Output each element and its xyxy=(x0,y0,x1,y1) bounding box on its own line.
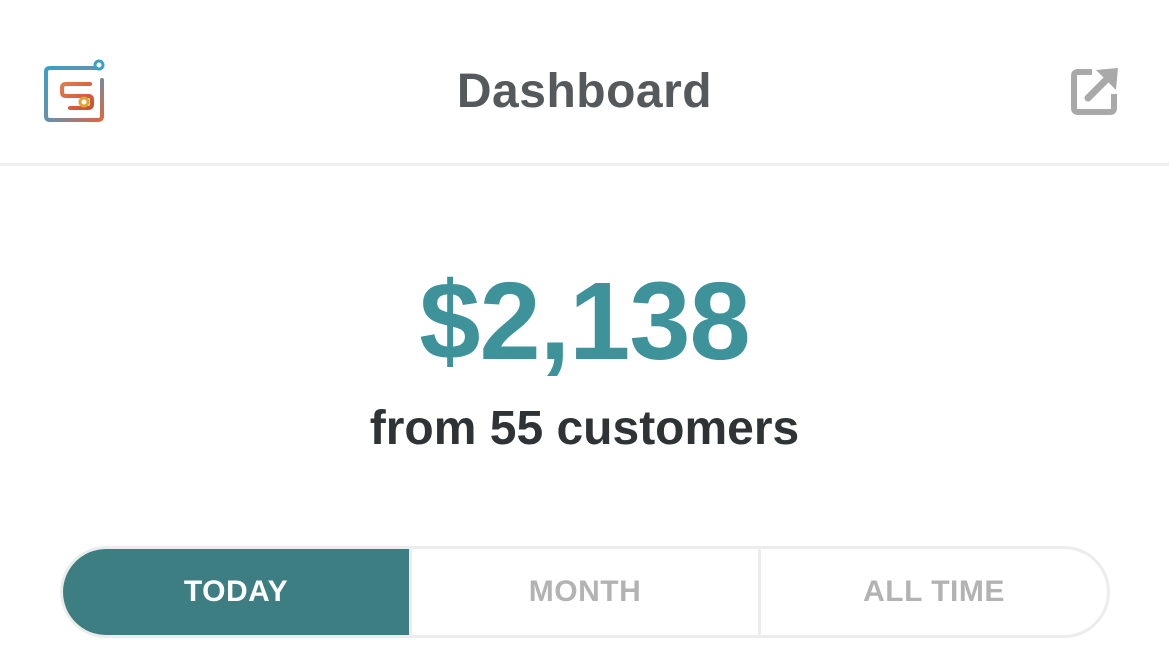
tab-today[interactable]: TODAY xyxy=(63,549,409,635)
revenue-amount: $2,138 xyxy=(419,260,750,383)
header-bar: Dashboard xyxy=(0,0,1169,166)
customers-count-text: from 55 customers xyxy=(369,402,800,455)
tab-month[interactable]: MONTH xyxy=(409,549,758,635)
dashboard-screen: Dashboard $2,138 from 55 customers TODAY… xyxy=(0,0,1169,658)
external-share-icon[interactable] xyxy=(1068,64,1122,118)
tab-all-time[interactable]: ALL TIME xyxy=(758,549,1107,635)
period-segmented-control: TODAY MONTH ALL TIME xyxy=(60,546,1110,638)
page-title: Dashboard xyxy=(456,65,713,118)
